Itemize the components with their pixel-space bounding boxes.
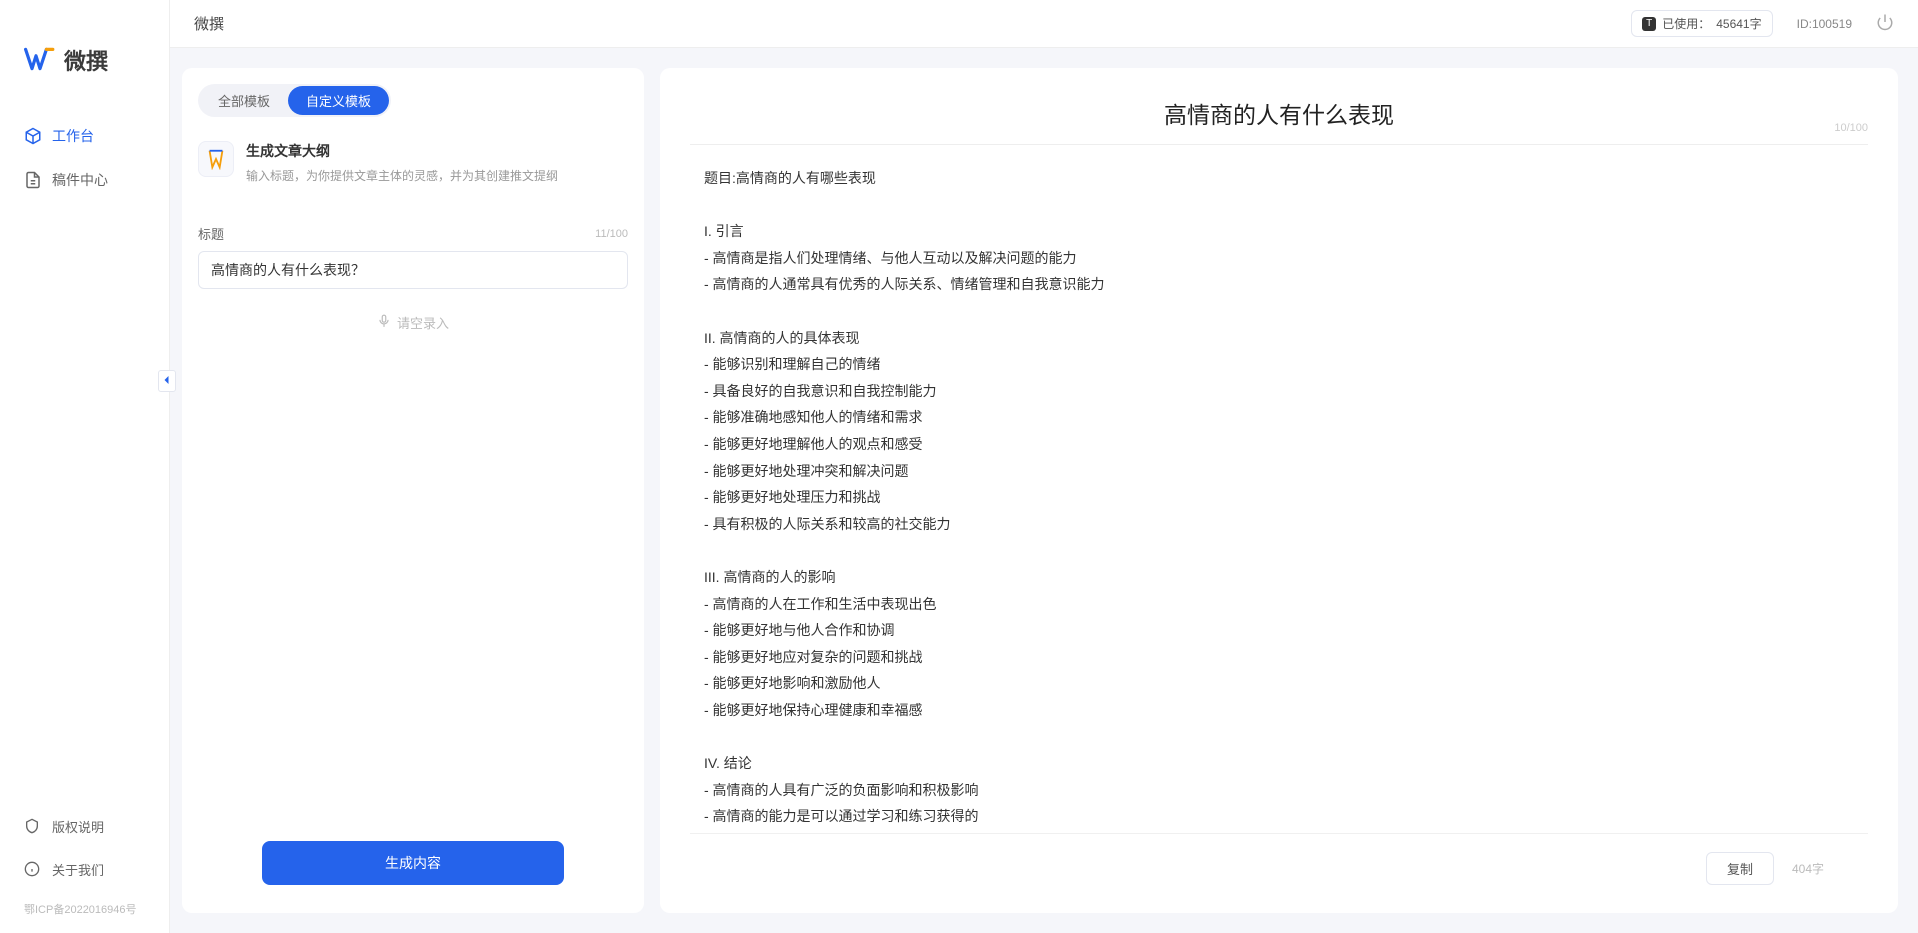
word-count: 404字: [1792, 860, 1824, 877]
content: 全部模板 自定义模板 生成文章大纲 输入标题，为你提供文章主体的灵感，并为其创建…: [170, 48, 1918, 933]
generate-button[interactable]: 生成内容: [262, 841, 564, 885]
title-label: 标题: [198, 224, 224, 243]
voice-input-button[interactable]: 请空录入: [198, 313, 628, 332]
template-icon: [198, 141, 234, 177]
nav-item-label: 稿件中心: [52, 170, 108, 190]
nav-item-about[interactable]: 关于我们: [12, 850, 157, 889]
shield-icon: [24, 818, 42, 836]
sidebar-footer: 版权说明 关于我们: [0, 807, 169, 893]
info-icon: [24, 861, 42, 879]
main: 微撰 T 已使用： 45641字 ID:100519 全部模板 自定义模板: [170, 0, 1918, 933]
nav-item-label: 版权说明: [52, 817, 104, 836]
template-tabs: 全部模板 自定义模板: [198, 84, 391, 117]
heading-char-count: 10/100: [1834, 122, 1868, 134]
sidebar: 微撰 工作台 稿件中心 版权说明: [0, 0, 170, 933]
topbar: 微撰 T 已使用： 45641字 ID:100519: [170, 0, 1918, 48]
mic-icon: [377, 314, 391, 331]
cube-icon: [24, 127, 42, 145]
nav-item-drafts[interactable]: 稿件中心: [12, 160, 157, 200]
template-title: 生成文章大纲: [246, 141, 558, 161]
nav-item-label: 工作台: [52, 126, 94, 146]
page-title: 微撰: [194, 13, 224, 34]
template-desc: 输入标题，为你提供文章主体的灵感，并为其创建推文提纲: [246, 167, 558, 184]
doc-icon: [24, 171, 42, 189]
usage-label: 已使用：: [1662, 15, 1710, 32]
icp-text: 鄂ICP备2022016946号: [0, 893, 169, 917]
title-char-count: 11/100: [595, 228, 628, 240]
result-footer: 复制 404字: [690, 833, 1868, 913]
output-panel: 高情商的人有什么表现 10/100 题目:高情商的人有哪些表现 I. 引言 - …: [660, 68, 1898, 913]
voice-hint-label: 请空录入: [397, 313, 449, 332]
nav-list: 工作台 稿件中心: [0, 116, 169, 807]
result-header: 高情商的人有什么表现 10/100: [690, 68, 1868, 145]
logo: 微撰: [0, 44, 169, 116]
input-panel: 全部模板 自定义模板 生成文章大纲 输入标题，为你提供文章主体的灵感，并为其创建…: [182, 68, 644, 913]
sidebar-collapse-button[interactable]: [158, 370, 176, 392]
text-badge-icon: T: [1642, 17, 1656, 31]
tab-custom-templates[interactable]: 自定义模板: [288, 86, 389, 115]
title-input[interactable]: [198, 251, 628, 289]
chevron-left-icon: [161, 373, 173, 389]
result-body: 题目:高情商的人有哪些表现 I. 引言 - 高情商是指人们处理情绪、与他人互动以…: [660, 145, 1898, 833]
template-card: 生成文章大纲 输入标题，为你提供文章主体的灵感，并为其创建推文提纲: [182, 129, 644, 200]
user-id: ID:100519: [1797, 17, 1852, 31]
result-title: 高情商的人有什么表现: [730, 96, 1828, 130]
tab-all-templates[interactable]: 全部模板: [200, 86, 288, 115]
copy-button[interactable]: 复制: [1706, 852, 1774, 885]
logo-icon: [24, 45, 56, 76]
usage-value: 45641字: [1716, 15, 1761, 32]
nav-item-workspace[interactable]: 工作台: [12, 116, 157, 156]
logo-text: 微撰: [64, 44, 108, 76]
nav-item-label: 关于我们: [52, 860, 104, 879]
usage-badge[interactable]: T 已使用： 45641字: [1631, 10, 1772, 37]
power-icon[interactable]: [1876, 13, 1894, 34]
nav-item-copyright[interactable]: 版权说明: [12, 807, 157, 846]
